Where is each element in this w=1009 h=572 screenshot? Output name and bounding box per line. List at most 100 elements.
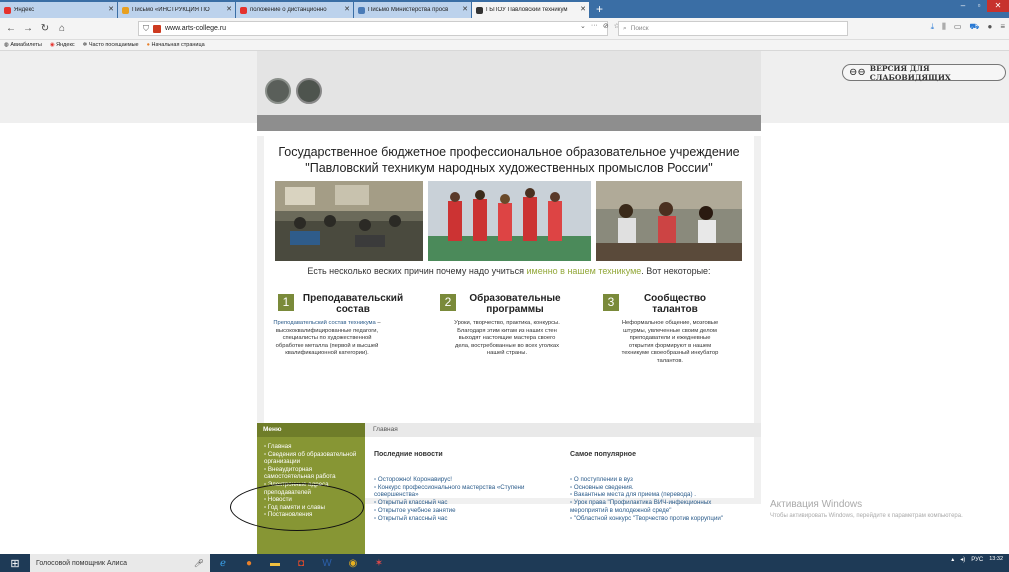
sidebar-icon[interactable]: ▭: [954, 22, 962, 32]
classroom-image: [275, 181, 423, 261]
reason-text-3: Неформальное общение, мозговые штурмы, у…: [621, 320, 719, 364]
office-icon[interactable]: ◘: [288, 554, 314, 572]
vision-impaired-button[interactable]: ⊖⊖ ВЕРСИЯ ДЛЯ СЛАБОВИДЯЩИХ: [842, 63, 1006, 82]
volume-icon[interactable]: ◂): [960, 556, 965, 563]
language-indicator[interactable]: РУС: [971, 557, 983, 563]
yandex-icon: [240, 6, 247, 14]
library-icon[interactable]: ⫼: [942, 22, 946, 32]
teachers-image: [596, 181, 742, 261]
edge-icon[interactable]: ℯ: [210, 554, 236, 572]
menu-icon[interactable]: ≡: [1000, 22, 1005, 32]
tab-ministry-letter[interactable]: Письмо Министерства просв ✕: [354, 2, 471, 18]
news-link-label: Открытый классный час: [377, 514, 448, 522]
tab-distance-regulation[interactable]: положение о дистанционно ✕: [236, 2, 353, 18]
file-explorer-icon[interactable]: ▬: [262, 554, 288, 572]
institution-title-line2: "Павловский техникум народных художестве…: [305, 161, 713, 175]
cart-icon[interactable]: ⛟: [969, 22, 979, 32]
menu-item[interactable]: ▫ Главная: [262, 443, 362, 451]
popular-title: Самое популярное: [570, 451, 636, 458]
page-content: ⊖⊖ ВЕРСИЯ ДЛЯ СЛАБОВИДЯЩИХ Государственно…: [0, 51, 1009, 554]
latest-news-list: ▫ Осторожно! Коронавирус! ▫ Конкурс проф…: [374, 476, 554, 522]
bookmark-label: Начальная страница: [151, 42, 205, 48]
menu-item[interactable]: ▫ Внеаудиторная самостоятельная работа: [262, 466, 362, 481]
reason-text-2: Уроки, творчество, практика, конкурсы. Б…: [454, 320, 560, 357]
home-icon[interactable]: ⌂: [55, 22, 69, 36]
bookmark-label: Яндекс: [56, 42, 75, 48]
assistant-label: Голосовой помощник Алиса: [36, 559, 127, 567]
forward-icon[interactable]: →: [21, 22, 35, 36]
network-icon[interactable]: ▴: [951, 556, 954, 563]
close-icon[interactable]: ✕: [462, 5, 468, 13]
window-controls: – ▫ ✕: [955, 0, 1009, 12]
highlight-circle: [230, 483, 364, 531]
site-info-icon[interactable]: [153, 24, 161, 33]
microphone-icon[interactable]: 🎤︎: [194, 559, 204, 568]
tab-yandex[interactable]: Яндекс ✕: [0, 2, 117, 18]
address-bar[interactable]: ⛉ www.arts-college.ru: [138, 21, 608, 36]
more-icon[interactable]: ···: [591, 22, 598, 30]
yandex-icon: [4, 6, 11, 14]
reason-number-1: 1: [278, 294, 294, 311]
reason-text-lead[interactable]: Преподавательский состав техникума: [273, 320, 375, 326]
mail-icon: [122, 6, 129, 14]
watermark-title: Активация Windows: [770, 499, 863, 510]
popular-list: ▫ О поступлении в вуз ▫ Основные сведени…: [570, 476, 750, 522]
minimize-icon[interactable]: –: [955, 0, 971, 12]
news-link[interactable]: ▫ Открытый классный час: [374, 515, 554, 523]
new-tab-button[interactable]: +: [590, 2, 609, 18]
taskbar: ⊞ Голосовой помощник Алиса 🎤︎ ℯ ● ▬ ◘ W ◉…: [0, 554, 1009, 572]
logo-right[interactable]: [296, 78, 322, 104]
reasons-intro: Есть несколько веских причин почему надо…: [264, 266, 754, 276]
back-icon[interactable]: ←: [4, 22, 18, 36]
photo-students: [428, 181, 591, 261]
close-icon[interactable]: ✕: [226, 5, 232, 13]
close-icon[interactable]: ✕: [580, 5, 586, 13]
menu-item[interactable]: ▫ Сведения об образовательной организаци…: [262, 451, 362, 466]
tab-letter-instruction[interactable]: Письмо «ИНСТРУКЦИЯ ПО ✕: [118, 2, 235, 18]
bookmark-item[interactable]: ◍ Авиабилеты: [4, 42, 42, 48]
popular-link[interactable]: ▫ О поступлении в вуз: [570, 476, 750, 484]
url-actions: ⌄ ··· ⊘ ☆: [580, 22, 620, 30]
close-icon[interactable]: ✕: [344, 5, 350, 13]
chrome-icon[interactable]: ◉: [340, 554, 366, 572]
logo-left[interactable]: [265, 78, 291, 104]
popular-link-label: "Областной конкурс "Творчество против ко…: [573, 514, 724, 522]
reload-icon[interactable]: ↻: [38, 22, 52, 36]
popular-link[interactable]: ▫ "Областной конкурс "Творчество против …: [570, 515, 750, 523]
url-text[interactable]: www.arts-college.ru: [165, 25, 226, 32]
bookmark-label: Часто посещаемые: [88, 42, 139, 48]
paint-icon[interactable]: ✶: [366, 554, 392, 572]
dropdown-icon[interactable]: ⌄: [580, 22, 586, 30]
download-icon[interactable]: ⤓: [931, 22, 935, 32]
reason-text-1: Преподавательский состав техникума – выс…: [272, 320, 382, 358]
close-icon[interactable]: ✕: [108, 5, 114, 13]
popular-link[interactable]: ▫ Вакантные места для приема (перевода) …: [570, 491, 750, 499]
assistant-search-box[interactable]: Голосовой помощник Алиса 🎤︎: [30, 554, 210, 572]
document-icon: [358, 6, 365, 14]
news-link[interactable]: ▫ Открытый классный час: [374, 499, 554, 507]
breadcrumb[interactable]: Главная: [365, 423, 761, 437]
bookmark-item[interactable]: ● Начальная страница: [147, 42, 205, 48]
pocket-icon[interactable]: ⊘: [603, 22, 609, 30]
tab-college[interactable]: ГБПОУ Павловский техникум ✕: [472, 2, 589, 18]
extension-icon[interactable]: ●: [987, 22, 992, 32]
popular-link[interactable]: ▫ Основные сведения.: [570, 484, 750, 492]
windows-start-icon[interactable]: ⊞: [0, 554, 30, 572]
window-close-icon[interactable]: ✕: [987, 0, 1009, 12]
word-icon[interactable]: W: [314, 554, 340, 572]
maximize-icon[interactable]: ▫: [971, 0, 987, 12]
vision-label: ВЕРСИЯ ДЛЯ СЛАБОВИДЯЩИХ: [869, 63, 951, 82]
students-image: [428, 181, 591, 261]
news-link[interactable]: ▫ Конкурс профессионального мастерства «…: [374, 484, 554, 499]
popular-link[interactable]: ▫ Урок права "Профилактика ВИЧ-инфекцион…: [570, 499, 750, 514]
bookmark-item[interactable]: ◉ Яндекс: [50, 42, 75, 48]
clock[interactable]: 13:32: [989, 556, 1003, 563]
tab-label: Яндекс: [14, 7, 35, 13]
menu-item-label: Главная: [267, 443, 292, 450]
news-link[interactable]: ▫ Открытое учебное занятие: [374, 507, 554, 515]
firefox-icon[interactable]: ●: [236, 554, 262, 572]
bookmark-item[interactable]: ✲ Часто посещаемые: [83, 42, 139, 48]
search-input[interactable]: ⌕ Поиск: [618, 21, 848, 36]
toolbar-icons: ⤓ ⫼ ▭ ⛟ ● ≡: [931, 22, 1005, 32]
news-link[interactable]: ▫ Осторожно! Коронавирус!: [374, 476, 554, 484]
